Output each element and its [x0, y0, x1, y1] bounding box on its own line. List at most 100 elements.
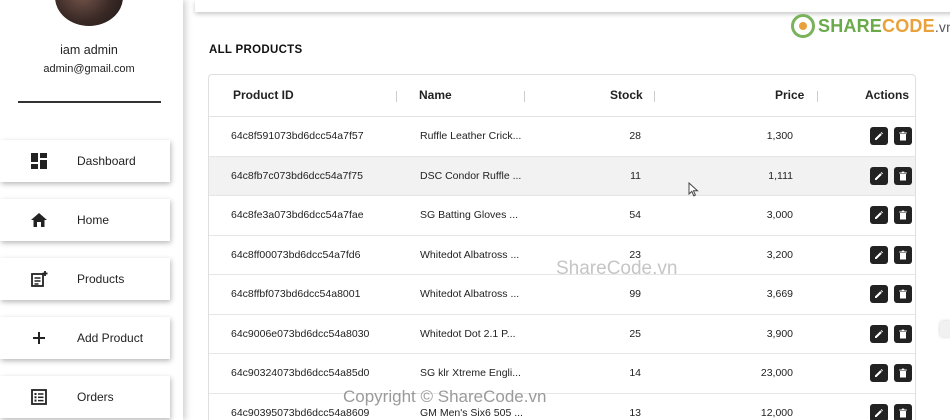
product-name-cell: GM Men's Six6 505 ...	[420, 406, 523, 419]
column-header-price[interactable]: Price	[775, 88, 804, 102]
edit-pencil-icon	[875, 171, 883, 180]
edit-button[interactable]	[870, 127, 888, 145]
delete-button[interactable]	[894, 364, 912, 382]
trash-icon	[899, 131, 907, 141]
edit-button[interactable]	[870, 364, 888, 382]
product-price-cell: 12,000	[760, 406, 793, 419]
product-id-cell: 64c8f591073bd6dcc54a7f57	[231, 130, 364, 142]
sidebar-item-label: Products	[77, 272, 125, 286]
sidebar: iam admin admin@gmail.com Dashboard Home…	[0, 0, 183, 420]
product-name-cell: Whitedot Dot 2.1 P...	[420, 327, 516, 340]
trash-icon	[899, 250, 907, 259]
delete-button[interactable]	[894, 206, 912, 224]
trash-icon	[899, 368, 907, 378]
page-title: ALL PRODUCTS	[209, 44, 303, 56]
table-header: Product ID Name Stock Price Actions	[209, 75, 915, 117]
products-table: Product ID Name Stock Price Actions 64c8…	[208, 74, 916, 420]
product-price-cell: 3,669	[766, 288, 793, 300]
table-row[interactable]: 64c8fb7c073bd6dcc54a7f75 DSC Condor Ruffl…	[209, 156, 915, 196]
side-panel-handle[interactable]	[940, 321, 950, 337]
product-stock-cell: 14	[629, 367, 641, 379]
delete-button[interactable]	[894, 285, 912, 303]
edit-pencil-icon	[875, 329, 883, 338]
product-id-cell: 64c8ffbf073bd6dcc54a8001	[231, 288, 361, 300]
edit-button[interactable]	[870, 206, 888, 224]
sidebar-item-label: Dashboard	[77, 154, 136, 168]
trash-icon	[899, 171, 907, 180]
logo-icon	[791, 14, 815, 38]
user-email: admin@gmail.com	[43, 63, 135, 75]
column-header-name[interactable]: Name	[419, 88, 452, 102]
edit-button[interactable]	[870, 324, 888, 343]
delete-button[interactable]	[894, 166, 912, 185]
column-header-stock[interactable]: Stock	[610, 88, 643, 102]
product-id-cell: 64c9006e073bd6dcc54a8030	[231, 327, 370, 340]
home-icon	[30, 211, 48, 229]
avatar[interactable]	[55, 0, 123, 26]
table-row[interactable]: 64c90324073bd6dcc54a85d0 SG klr Xtreme En…	[209, 354, 915, 394]
product-id-cell: 64c8ff00073bd6dcc54a7fd6	[231, 248, 361, 261]
sidebar-item-add-product[interactable]: Add Product	[0, 317, 170, 359]
watermark-text: ShareCode.vn	[556, 258, 678, 279]
product-add-icon	[30, 270, 48, 288]
sidebar-item-orders[interactable]: Orders	[0, 376, 170, 418]
column-separator[interactable]	[524, 91, 525, 102]
product-price-cell: 3,000	[766, 209, 793, 221]
edit-pencil-icon	[875, 250, 883, 259]
edit-pencil-icon	[875, 211, 883, 219]
sidebar-divider	[18, 101, 161, 103]
sidebar-item-home[interactable]: Home	[0, 199, 170, 241]
product-price-cell: 3,900	[766, 327, 793, 340]
column-separator[interactable]	[654, 91, 655, 102]
plus-icon	[30, 329, 48, 347]
logo-text: SHARECODE.vn	[818, 15, 950, 36]
product-price-cell: 1,111	[768, 169, 793, 182]
table-row[interactable]: 64c8f591073bd6dcc54a7f57 Ruffle Leather C…	[209, 117, 915, 157]
sidebar-item-label: Add Product	[77, 331, 144, 345]
mouse-cursor-icon	[688, 182, 699, 197]
edit-pencil-icon	[875, 408, 883, 417]
delete-button[interactable]	[894, 245, 912, 264]
edit-button[interactable]	[870, 403, 888, 420]
table-row[interactable]: 64c8ffbf073bd6dcc54a8001 Whitedot Albatro…	[209, 275, 915, 315]
edit-pencil-icon	[875, 369, 883, 377]
product-name-cell: SG Batting Gloves ...	[420, 209, 519, 221]
product-id-cell: 64c90324073bd6dcc54a85d0	[231, 367, 370, 379]
trash-icon	[899, 329, 907, 338]
edit-button[interactable]	[870, 166, 888, 185]
edit-button[interactable]	[870, 245, 888, 264]
edit-pencil-icon	[875, 290, 883, 298]
list-icon	[30, 388, 48, 406]
product-price-cell: 23,000	[760, 367, 793, 379]
delete-button[interactable]	[894, 127, 912, 145]
product-name-cell: SG klr Xtreme Engli...	[420, 367, 521, 379]
sidebar-item-products[interactable]: Products	[0, 258, 170, 300]
trash-icon	[899, 289, 907, 299]
column-header-actions: Actions	[865, 88, 910, 102]
sidebar-item-dashboard[interactable]: Dashboard	[0, 140, 170, 182]
table-row[interactable]: 64c9006e073bd6dcc54a8030 Whitedot Dot 2.1…	[209, 315, 915, 354]
product-stock-cell: 13	[629, 406, 641, 419]
product-name-cell: DSC Condor Ruffle ...	[420, 169, 522, 182]
product-id-cell: 64c90395073bd6dcc54a8609	[231, 406, 370, 419]
product-name-cell: Whitedot Albatross ...	[420, 248, 520, 261]
table-row[interactable]: 64c8fe3a073bd6dcc54a7fae SG Batting Glove…	[209, 196, 915, 236]
sidebar-item-label: Orders	[77, 390, 114, 404]
trash-icon	[899, 408, 907, 417]
product-id-cell: 64c8fb7c073bd6dcc54a7f75	[231, 169, 363, 182]
product-stock-cell: 54	[629, 209, 641, 221]
edit-button[interactable]	[870, 285, 888, 303]
trash-icon	[899, 210, 907, 220]
sharecode-logo: SHARECODE.vn	[791, 14, 950, 38]
copyright-watermark: Copyright © ShareCode.vn	[343, 387, 547, 406]
product-price-cell: 3,200	[766, 248, 793, 261]
column-separator[interactable]	[396, 91, 397, 102]
product-stock-cell: 99	[629, 288, 641, 300]
column-separator[interactable]	[817, 91, 818, 102]
delete-button[interactable]	[894, 324, 912, 343]
delete-button[interactable]	[894, 403, 912, 420]
table-row[interactable]: 64c90395073bd6dcc54a8609 GM Men's Six6 50…	[209, 394, 915, 420]
product-price-cell: 1,300	[766, 130, 793, 142]
product-stock-cell: 11	[630, 169, 641, 182]
column-header-product-id[interactable]: Product ID	[233, 88, 294, 102]
